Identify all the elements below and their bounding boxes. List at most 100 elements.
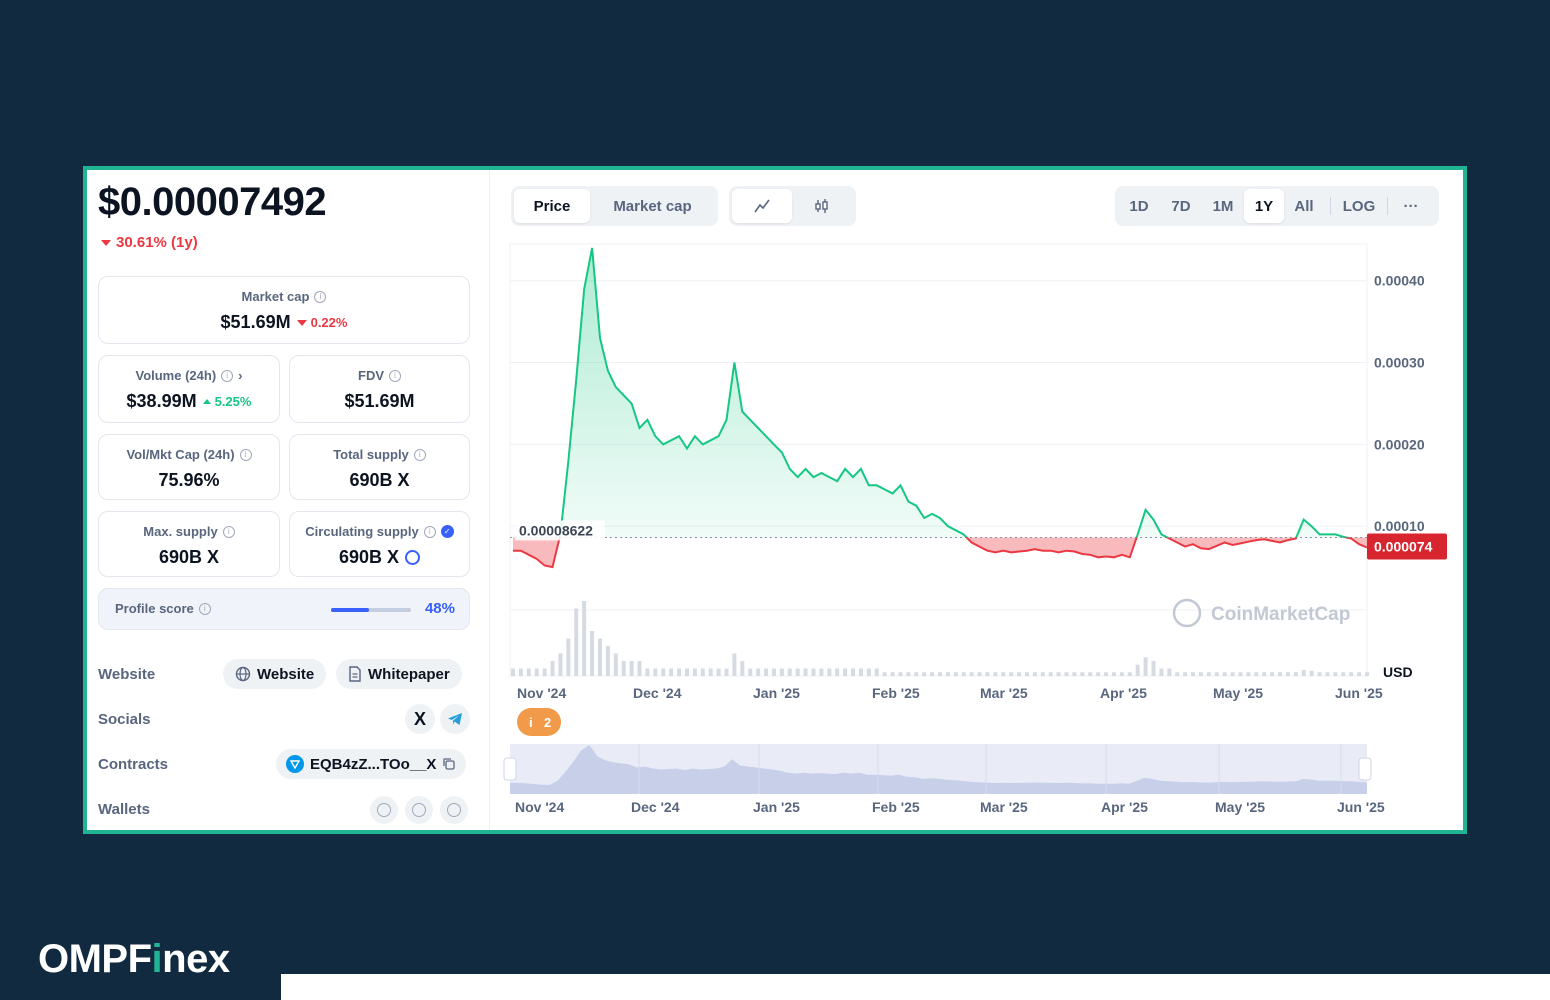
volume-bar [597, 638, 602, 676]
baseline-label: 0.00008622 [519, 522, 593, 538]
volume-bar [1183, 672, 1188, 676]
volume-bar [1080, 672, 1085, 676]
volume-bar [1032, 672, 1037, 676]
volume-bar [764, 668, 769, 676]
volume-bar [858, 668, 863, 676]
volume-bar [558, 653, 563, 676]
volume-bar [590, 631, 595, 676]
volume-bar [1262, 672, 1267, 676]
volume-bar [1056, 672, 1061, 676]
navigator-tick-label: Nov '24 [515, 799, 564, 815]
volume-bar [1167, 668, 1172, 676]
volume-bar [1064, 672, 1069, 676]
navigator-tick-label: Mar '25 [980, 799, 1028, 815]
volume-bar [1096, 672, 1101, 676]
volume-bar [787, 668, 792, 676]
volume-bar [700, 668, 705, 676]
volume-bar [977, 672, 982, 676]
volume-bar [574, 608, 579, 676]
volume-bar [890, 672, 895, 676]
volume-bar [1206, 672, 1211, 676]
volume-bar [1333, 672, 1338, 676]
x-tick-label: Feb '25 [872, 685, 920, 701]
volume-bar [1309, 670, 1314, 676]
volume-bar [969, 672, 974, 676]
volume-bar [843, 668, 848, 676]
coin-card: $0.00007492 30.61% (1y) Market cap i $51.… [87, 170, 1463, 830]
brand-logo-prefix: OMPF [38, 937, 152, 981]
volume-bar [898, 672, 903, 676]
navigator-handle-right [1358, 757, 1372, 781]
volume-bar [724, 668, 729, 676]
volume-bar [566, 638, 571, 676]
navigator-tick-label: Feb '25 [872, 799, 920, 815]
volume-bar [1151, 661, 1156, 676]
volume-bar [582, 601, 587, 676]
volume-bar [906, 672, 911, 676]
event-info-icon: i [529, 715, 533, 730]
volume-bar [1341, 672, 1346, 676]
current-price-label: 0.000074 [1374, 538, 1433, 554]
volume-bar [993, 672, 998, 676]
x-tick-label: Dec '24 [633, 685, 682, 701]
volume-bar [1246, 672, 1251, 676]
x-tick-label: Jan '25 [753, 685, 800, 701]
volume-bar [1111, 672, 1116, 676]
y-tick-label: 0.00010 [1374, 518, 1425, 534]
volume-bar [1325, 672, 1330, 676]
volume-bar [1135, 664, 1140, 676]
volume-bar [922, 672, 927, 676]
volume-bar [1072, 672, 1077, 676]
volume-bar [518, 668, 523, 676]
screenshot-frame: $0.00007492 30.61% (1y) Market cap i $51.… [83, 166, 1467, 834]
volume-bar [1222, 672, 1227, 676]
volume-bar [1365, 672, 1369, 676]
volume-bar [914, 672, 919, 676]
x-tick-label: Apr '25 [1100, 685, 1147, 701]
volume-bar [1230, 672, 1235, 676]
volume-bar [1159, 668, 1164, 676]
volume-bar [511, 668, 515, 676]
volume-bar [835, 668, 840, 676]
volume-bar [1175, 672, 1180, 676]
volume-bar [874, 668, 879, 676]
volume-bar [692, 668, 697, 676]
volume-bar [1349, 672, 1354, 676]
volume-bar [637, 661, 642, 676]
y-tick-label: 0.00040 [1374, 273, 1425, 289]
navigator-tick-label: Jun '25 [1337, 799, 1385, 815]
volume-bar [684, 668, 689, 676]
volume-bar [1119, 672, 1124, 676]
volume-bar [1017, 672, 1022, 676]
volume-bar [542, 668, 547, 676]
volume-bar [985, 672, 990, 676]
volume-bar [732, 653, 737, 676]
navigator-handle-left [503, 757, 517, 781]
volume-bar [1127, 672, 1132, 676]
volume-bar [550, 661, 555, 676]
volume-bar [621, 661, 626, 676]
volume-bar [961, 672, 966, 676]
brand-logo: OMPFinex [38, 937, 230, 982]
volume-bar [1104, 672, 1109, 676]
volume-bar [1238, 672, 1243, 676]
price-chart[interactable]: 0.00040 0.00030 0.00020 0.00010 0.00008622 0.… [87, 170, 1463, 830]
volume-bar [938, 672, 942, 676]
volume-bar [613, 653, 618, 676]
volume-bar [1214, 672, 1219, 676]
volume-bar [526, 668, 531, 676]
volume-bar [827, 668, 832, 676]
volume-bar [1001, 672, 1006, 676]
volume-bar [716, 668, 721, 676]
volume-bar [1270, 672, 1275, 676]
volume-bar [708, 668, 713, 676]
volume-bar [945, 672, 950, 676]
navigator-tick-label: Apr '25 [1101, 799, 1148, 815]
navigator-tick-label: Jan '25 [753, 799, 800, 815]
event-count: 2 [544, 715, 551, 730]
watermark-logo-icon [1172, 598, 1202, 628]
y-tick-label: 0.00020 [1374, 436, 1425, 452]
volume-bar [1254, 672, 1259, 676]
volume-bar [803, 668, 808, 676]
brand-logo-accent: i [151, 937, 163, 981]
